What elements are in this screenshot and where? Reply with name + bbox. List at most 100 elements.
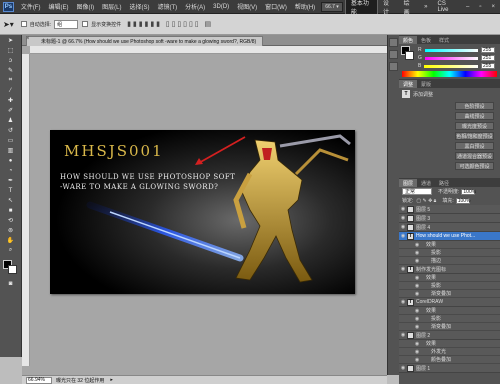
eye-icon[interactable]: ◉ <box>413 324 421 330</box>
eye-icon[interactable]: ◉ <box>413 291 421 297</box>
green-value[interactable]: 251 <box>481 55 495 61</box>
layer-effect-item[interactable]: ◉ 投影 <box>399 282 500 290</box>
canvas-image[interactable]: MHSJS001 HOW SHOULD WE USE PHOTOSHOP SOF… <box>50 130 355 294</box>
color-swatch-preview[interactable] <box>401 46 415 66</box>
blue-slider[interactable] <box>424 64 478 68</box>
menu-select[interactable]: 选择(S) <box>126 2 154 11</box>
eye-icon[interactable]: ◉ <box>399 233 407 239</box>
close-document-icon[interactable]: × <box>26 36 30 42</box>
eye-icon[interactable]: ◉ <box>399 224 407 230</box>
layer-effect-item[interactable]: ◉ 投影 <box>399 315 500 323</box>
menu-edit[interactable]: 编辑(E) <box>44 2 72 11</box>
blend-mode-dropdown[interactable]: 正常 <box>402 188 432 195</box>
status-zoom-field[interactable]: 66.94% <box>26 376 52 384</box>
red-value[interactable]: 255 <box>481 47 495 53</box>
gradient-tool-icon[interactable]: ▥ <box>3 146 19 155</box>
eye-icon[interactable]: ◉ <box>399 332 407 338</box>
layer-effect-item[interactable]: ◉ 颜色叠加 <box>399 356 500 364</box>
text-layer-row[interactable]: ◉ T How should we use Phot... <box>399 232 500 241</box>
menu-help[interactable]: 帮助(H) <box>291 2 319 11</box>
menu-image[interactable]: 图像(I) <box>72 2 98 11</box>
layer-row[interactable]: ◉ 图层 5 <box>399 205 500 214</box>
layer-effects-group[interactable]: ◉ 效果 <box>399 241 500 249</box>
menu-3d[interactable]: 3D(D) <box>209 4 233 10</box>
tab-paths[interactable]: 路径 <box>435 179 453 187</box>
layer-effect-item[interactable]: ◉ 渐变叠加 <box>399 323 500 331</box>
color-spectrum-bar[interactable] <box>402 71 497 77</box>
preset-curves[interactable]: 曲线预设 <box>455 112 494 120</box>
eye-icon[interactable]: ◉ <box>413 349 421 355</box>
cs-live-button[interactable]: CS Live <box>432 0 461 14</box>
tab-swatches[interactable]: 色板 <box>417 36 435 44</box>
menu-layer[interactable]: 图层(L) <box>98 2 125 11</box>
lasso-tool-icon[interactable]: ↄ <box>3 56 19 65</box>
menu-file[interactable]: 文件(F) <box>17 2 45 11</box>
eye-icon[interactable]: ◉ <box>399 266 407 272</box>
zoom-tool-icon[interactable]: ⌕ <box>3 246 19 255</box>
preset-selective-color[interactable]: 可选颜色预设 <box>455 162 494 170</box>
zoom-level-dropdown[interactable]: 66.7 ▾ <box>321 1 343 12</box>
eye-icon[interactable]: ◉ <box>413 357 421 363</box>
bg-color-preview[interactable] <box>405 51 414 60</box>
restore-icon[interactable]: ▫ <box>474 3 486 11</box>
color-swatches[interactable] <box>2 259 20 275</box>
status-arrow-icon[interactable]: ▸ <box>110 377 113 383</box>
pen-tool-icon[interactable]: ✒ <box>3 176 19 185</box>
layer-row[interactable]: ◉ 图层 1 <box>399 364 500 373</box>
tab-masks[interactable]: 蒙版 <box>417 80 435 88</box>
layer-row[interactable]: ◉ 图层 3 <box>399 214 500 223</box>
layer-effect-item[interactable]: ◉ 渐变叠加 <box>399 290 500 298</box>
preset-hue-saturation[interactable]: 色相/饱和度预设 <box>455 132 494 140</box>
text-layer-row[interactable]: ◉ T 制作发光图标 <box>399 265 500 274</box>
path-select-tool-icon[interactable]: ↖ <box>3 196 19 205</box>
preset-exposure[interactable]: 曝光度预设 <box>455 122 494 130</box>
tab-layers[interactable]: 图层 <box>399 179 418 187</box>
auto-select-dropdown[interactable]: 组 <box>54 19 79 29</box>
eye-icon[interactable]: ◉ <box>413 308 421 314</box>
eye-icon[interactable]: ◉ <box>413 250 421 256</box>
stamp-tool-icon[interactable]: ♟ <box>3 116 19 125</box>
eye-icon[interactable]: ◉ <box>413 258 421 264</box>
layer-effect-item[interactable]: ◉ 投影 <box>399 249 500 257</box>
menu-view[interactable]: 视图(V) <box>233 2 261 11</box>
quick-select-tool-icon[interactable]: ✎ <box>3 66 19 75</box>
dodge-tool-icon[interactable]: ◔ <box>3 166 19 175</box>
eye-icon[interactable]: ◉ <box>399 206 407 212</box>
document-tab[interactable]: 未标题-1 @ 66.7% (How should we use Photosh… <box>26 36 264 46</box>
text-layer-row[interactable]: ◉ T CorelDRAW <box>399 298 500 307</box>
layer-effects-group[interactable]: ◉ 效果 <box>399 274 500 282</box>
show-transform-checkbox[interactable] <box>82 21 89 27</box>
layer-row[interactable]: ◉ 图层 4 <box>399 223 500 232</box>
minimize-icon[interactable]: – <box>461 3 474 11</box>
eye-icon[interactable]: ◉ <box>399 215 407 221</box>
blur-tool-icon[interactable]: ● <box>3 156 19 165</box>
move-tool-icon[interactable]: ➤ <box>3 36 19 45</box>
eye-icon[interactable]: ◉ <box>413 283 421 289</box>
character-panel-icon[interactable] <box>389 62 398 71</box>
marquee-tool-icon[interactable]: ⬚ <box>3 46 19 55</box>
type-tool-icon[interactable]: T <box>3 186 19 195</box>
eye-icon[interactable]: ◉ <box>413 242 421 248</box>
align-icons[interactable]: ▮ ▮ ▮ ▮ ▮ ▮ ▯ ▯ ▯ ▯ ▯ ▯ ▤ <box>127 20 211 28</box>
blue-value[interactable]: 255 <box>481 63 495 69</box>
quick-mask-icon[interactable]: ◙ <box>3 279 19 288</box>
shape-tool-icon[interactable]: ■ <box>3 206 19 215</box>
layer-effect-item[interactable]: ◉ 外发光 <box>399 348 500 356</box>
auto-select-checkbox[interactable] <box>20 21 27 27</box>
tab-styles[interactable]: 样式 <box>435 36 453 44</box>
hand-tool-icon[interactable]: ✋ <box>3 236 19 245</box>
eye-icon[interactable]: ◉ <box>413 316 421 322</box>
tab-adjustments[interactable]: 调整 <box>399 80 418 88</box>
healing-tool-icon[interactable]: ✚ <box>3 96 19 105</box>
preset-levels[interactable]: 色阶预设 <box>455 102 494 110</box>
eye-icon[interactable]: ◉ <box>399 365 407 371</box>
eraser-tool-icon[interactable]: ▭ <box>3 136 19 145</box>
opacity-value[interactable]: 100% <box>461 188 476 195</box>
layer-effects-group[interactable]: ◉ 效果 <box>399 340 500 348</box>
layer-effect-item[interactable]: ◉ 描边 <box>399 257 500 265</box>
3d-rotate-tool-icon[interactable]: ⟲ <box>3 216 19 225</box>
layer-row[interactable]: ◉ 图层 2 <box>399 331 500 340</box>
close-icon[interactable]: × <box>486 3 500 11</box>
preset-black-white[interactable]: 黑白预设 <box>455 142 494 150</box>
eye-icon[interactable]: ◉ <box>413 275 421 281</box>
